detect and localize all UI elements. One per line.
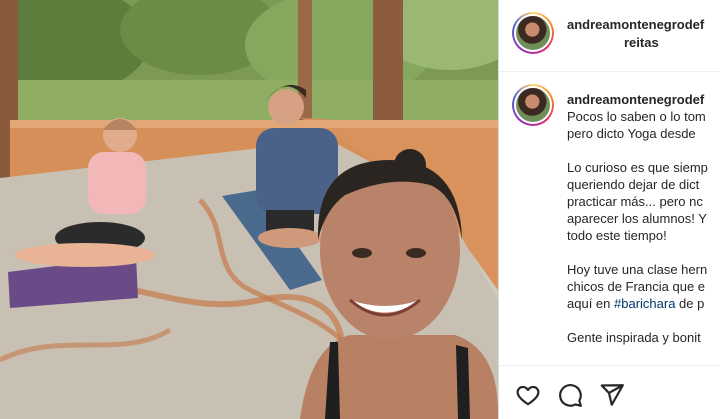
caption-line: Lo curioso es que siemp xyxy=(567,160,708,175)
post-side-panel: andreamontenegrodef reitas andreamontene… xyxy=(498,0,720,419)
caption-line-text: aquí en xyxy=(567,296,614,311)
caption-line: pero dicto Yoga desde xyxy=(567,126,696,141)
caption-line-text: de p xyxy=(675,296,705,311)
caption-line: practicar más... pero nc xyxy=(567,194,703,209)
header-username[interactable]: andreamontenegrodef xyxy=(567,17,704,32)
caption-line: Pocos lo saben o lo tom xyxy=(567,109,706,124)
caption-line: todo este tiempo! xyxy=(567,228,667,243)
comment-icon[interactable] xyxy=(557,382,583,408)
post-header: andreamontenegrodef reitas xyxy=(499,0,720,72)
action-bar xyxy=(499,365,720,419)
caption-line: queriendo dejar de dict xyxy=(567,177,700,192)
caption-line: Hoy tuve una clase hern xyxy=(567,262,708,277)
caption-line: chicos de Francia que e xyxy=(567,279,706,294)
post-photo xyxy=(0,0,498,419)
caption-text: andreamontenegrodef Pocos lo saben o lo … xyxy=(567,91,720,363)
caption-line: aquí en #barichara de p xyxy=(567,295,720,312)
hashtag-link[interactable]: #barichara xyxy=(614,296,675,311)
header-username-continuation[interactable]: reitas xyxy=(624,35,659,50)
avatar[interactable] xyxy=(512,12,554,54)
share-icon[interactable] xyxy=(599,382,625,408)
yoga-selfie-image xyxy=(0,0,498,419)
caption-username[interactable]: andreamontenegrodef xyxy=(567,91,720,108)
caption-line: aparecer los alumnos! Y xyxy=(567,211,707,226)
heart-icon[interactable] xyxy=(515,382,541,408)
caption-line: Gente inspirada y bonit xyxy=(567,330,701,345)
caption-avatar[interactable] xyxy=(512,84,554,126)
